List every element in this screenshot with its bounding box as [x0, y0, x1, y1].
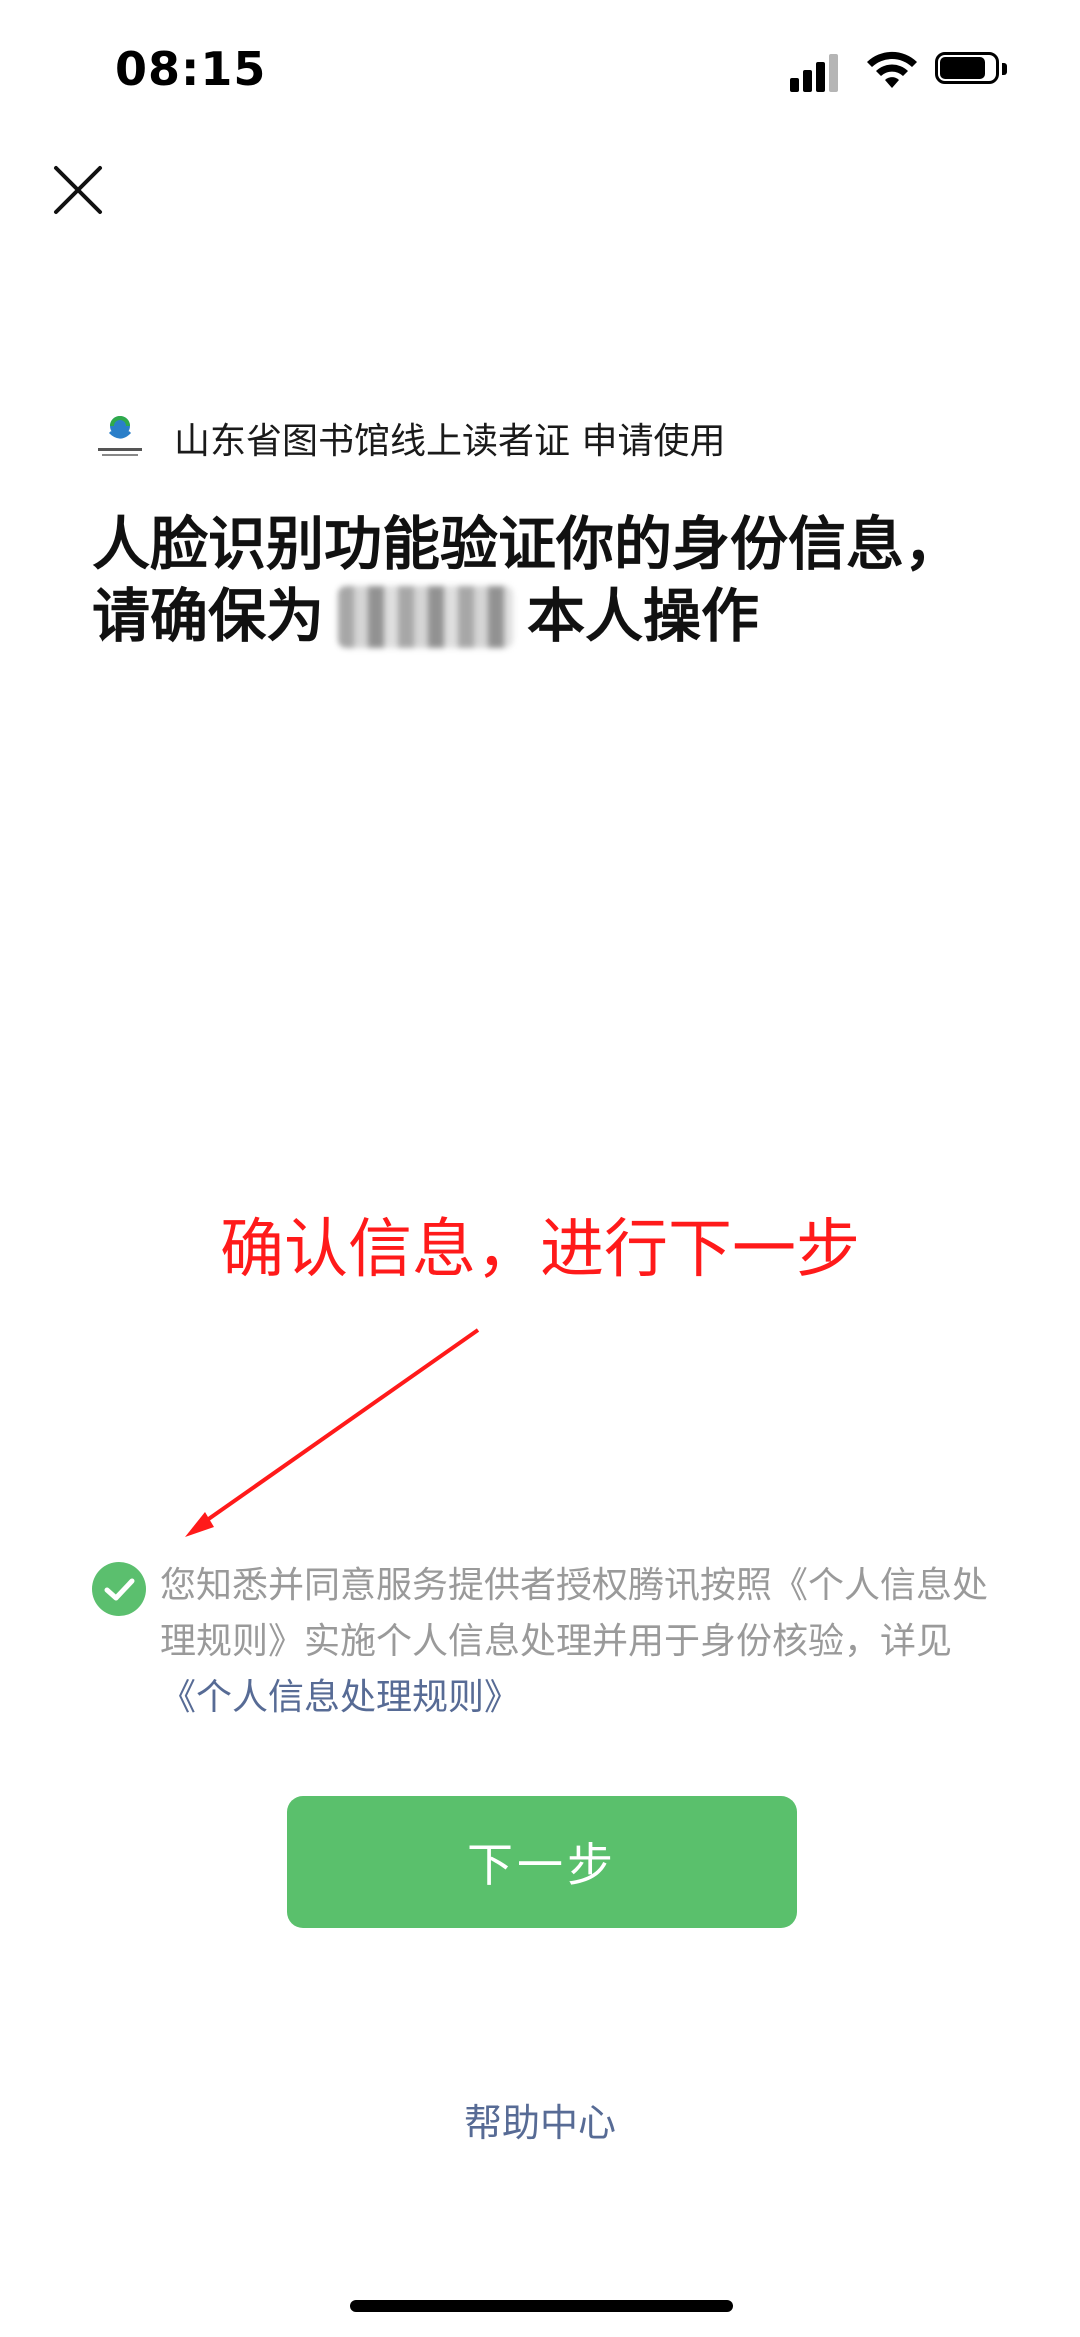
- help-center-link[interactable]: 帮助中心: [0, 2092, 1080, 2147]
- app-info-row: 山东省图书馆线上读者证 申请使用: [92, 408, 725, 468]
- library-logo: [98, 416, 142, 456]
- status-bar: 08:15: [0, 0, 1080, 140]
- page-title: 人脸识别功能验证你的身份信息，请确保为 本人操作: [92, 508, 972, 652]
- check-icon: [104, 1578, 135, 1601]
- consent-body: 您知悉并同意服务提供者授权腾讯按照《个人信息处理规则》实施个人信息处理并用于身份…: [160, 1565, 989, 1662]
- annotation-text: 确认信息，进行下一步: [220, 1213, 860, 1287]
- consent-checkbox[interactable]: [92, 1562, 146, 1616]
- next-step-button[interactable]: 下一步: [287, 1796, 797, 1928]
- app-name: 山东省图书馆线上读者证 申请使用: [174, 421, 726, 462]
- annotation-arrow: [185, 1328, 480, 1537]
- title-text-part2: 本人操作: [527, 582, 760, 650]
- privacy-rules-link[interactable]: 《个人信息处理规则》: [160, 1677, 520, 1718]
- wifi-icon: [867, 51, 917, 88]
- close-icon[interactable]: [50, 162, 106, 218]
- status-time: 08:15: [115, 42, 267, 96]
- battery-icon: [935, 52, 1010, 88]
- home-indicator[interactable]: [350, 2300, 733, 2312]
- consent-text: 您知悉并同意服务提供者授权腾讯按照《个人信息处理规则》实施个人信息处理并用于身份…: [160, 1558, 990, 1726]
- signal-icon: [790, 52, 842, 92]
- redacted-name: [338, 586, 514, 648]
